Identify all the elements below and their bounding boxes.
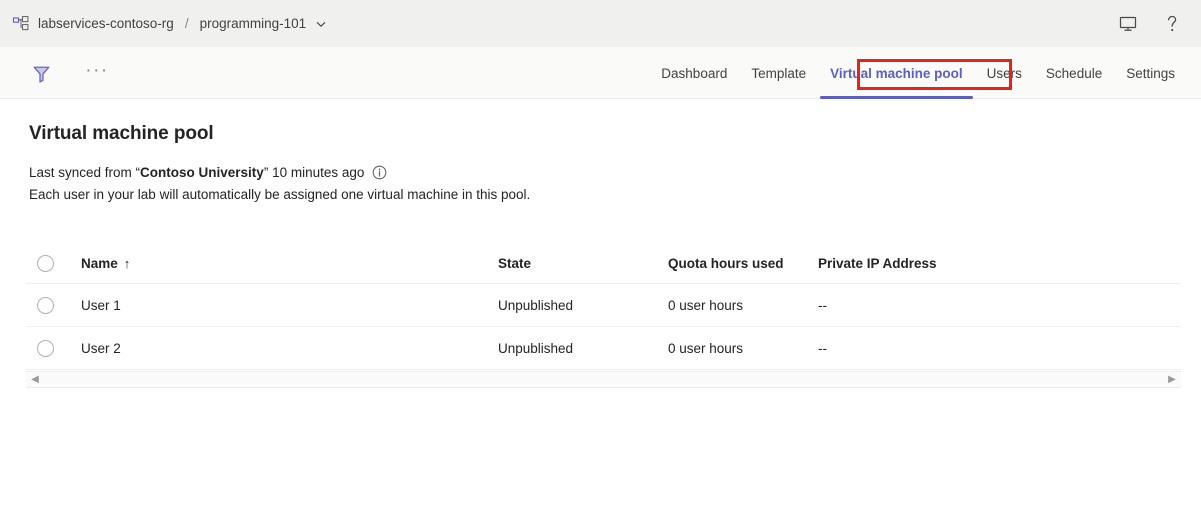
last-synced-text: Last synced from “Contoso University” 10…: [29, 165, 387, 180]
breadcrumb: labservices-contoso-rg / programming-101: [12, 15, 327, 33]
cell-name: User 1: [81, 298, 498, 313]
tab-virtual-machine-pool[interactable]: Virtual machine pool: [818, 47, 975, 99]
scrollbar-track[interactable]: [41, 372, 1166, 387]
tab-settings[interactable]: Settings: [1114, 47, 1187, 99]
row-select-cell[interactable]: [26, 340, 81, 357]
row-select-radio[interactable]: [37, 340, 54, 357]
scroll-right-arrow-icon[interactable]: ▶: [1166, 373, 1178, 386]
cell-name: User 2: [81, 341, 498, 356]
tab-users-label: Users: [987, 66, 1022, 81]
cell-state: Unpublished: [498, 341, 668, 356]
sort-ascending-icon[interactable]: ↑: [124, 256, 131, 271]
monitor-icon[interactable]: [1117, 13, 1139, 35]
pool-description: Each user in your lab will automatically…: [29, 187, 530, 202]
select-all-radio[interactable]: [37, 255, 54, 272]
horizontal-scrollbar[interactable]: ◀ ▶: [26, 371, 1181, 388]
page-title: Virtual machine pool: [29, 123, 214, 145]
breadcrumb-current-lab[interactable]: programming-101: [200, 16, 307, 31]
resource-group-icon: [12, 15, 30, 33]
column-header-name-label: Name: [81, 256, 118, 271]
info-icon[interactable]: [372, 165, 387, 180]
tab-template-label: Template: [751, 66, 806, 81]
tab-schedule[interactable]: Schedule: [1034, 47, 1114, 99]
tab-settings-label: Settings: [1126, 66, 1175, 81]
cell-private-ip: --: [818, 341, 1181, 356]
sync-suffix: ” 10 minutes ago: [264, 165, 365, 180]
tab-dashboard-label: Dashboard: [661, 66, 727, 81]
row-select-cell[interactable]: [26, 297, 81, 314]
column-header-state[interactable]: State: [498, 256, 668, 271]
more-options-icon[interactable]: ···: [82, 60, 112, 88]
command-bar-left-actions: ···: [26, 60, 112, 88]
cell-state: Unpublished: [498, 298, 668, 313]
column-header-private-ip-address[interactable]: Private IP Address: [818, 256, 1181, 271]
sync-prefix: Last synced from “: [29, 165, 140, 180]
lab-services-app: labservices-contoso-rg / programming-101: [0, 0, 1201, 506]
row-select-radio[interactable]: [37, 297, 54, 314]
filter-icon[interactable]: [26, 60, 56, 88]
virtual-machine-pool-table: Name ↑ State Quota hours used Private IP…: [26, 244, 1181, 370]
tab-template[interactable]: Template: [739, 47, 818, 99]
select-all-cell[interactable]: [26, 255, 81, 272]
chevron-down-icon[interactable]: [315, 18, 327, 30]
breadcrumb-resource-group[interactable]: labservices-contoso-rg: [38, 16, 174, 31]
table-header-row: Name ↑ State Quota hours used Private IP…: [26, 244, 1181, 284]
tab-schedule-label: Schedule: [1046, 66, 1102, 81]
breadcrumb-separator: /: [185, 16, 189, 31]
cell-private-ip: --: [818, 298, 1181, 313]
tab-users[interactable]: Users: [975, 47, 1034, 99]
help-icon[interactable]: [1161, 13, 1183, 35]
tab-dashboard[interactable]: Dashboard: [649, 47, 739, 99]
cell-quota-hours: 0 user hours: [668, 341, 818, 356]
cell-quota-hours: 0 user hours: [668, 298, 818, 313]
top-bar-actions: [1117, 13, 1187, 35]
tab-virtual-machine-pool-label: Virtual machine pool: [830, 66, 963, 81]
top-bar: labservices-contoso-rg / programming-101: [0, 0, 1201, 47]
table-row[interactable]: User 2 Unpublished 0 user hours --: [26, 327, 1181, 370]
nav-tabs: Dashboard Template Virtual machine pool …: [649, 47, 1187, 99]
sync-source-name: Contoso University: [140, 165, 264, 180]
main-content: Virtual machine pool Last synced from “C…: [0, 99, 1201, 506]
command-bar: ··· Dashboard Template Virtual machine p…: [0, 47, 1201, 99]
column-header-name[interactable]: Name ↑: [81, 256, 498, 271]
table-row[interactable]: User 1 Unpublished 0 user hours --: [26, 284, 1181, 327]
column-header-quota-hours-used[interactable]: Quota hours used: [668, 256, 818, 271]
scroll-left-arrow-icon[interactable]: ◀: [29, 373, 41, 386]
